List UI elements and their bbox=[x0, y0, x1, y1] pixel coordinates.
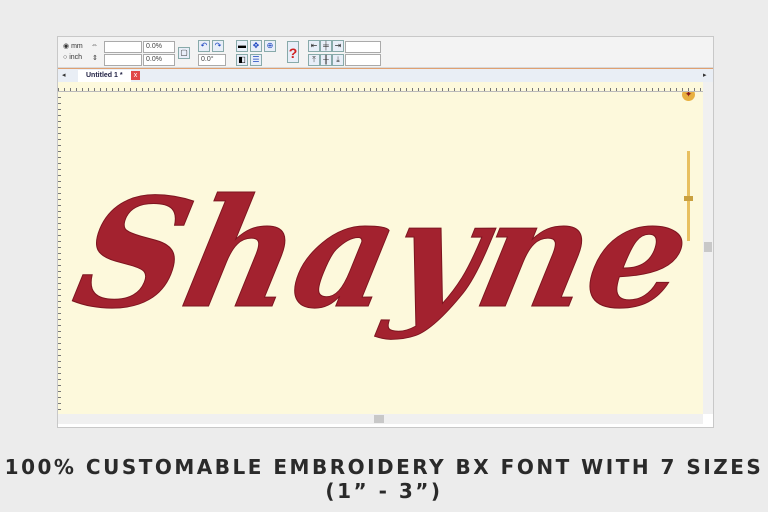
caption: 100% CUSTOMABLE EMBROIDERY BX FONT WITH … bbox=[4, 455, 764, 503]
width-percent-input[interactable]: 0.0% bbox=[143, 41, 175, 53]
align-middle-icon[interactable]: ╫ bbox=[320, 54, 332, 66]
unit-inch-radio[interactable]: ○ inch bbox=[63, 54, 82, 61]
rotate-left-icon[interactable]: ↶ bbox=[198, 40, 210, 52]
align-bottom-icon[interactable]: ⤓ bbox=[332, 54, 344, 66]
vertical-scroll-thumb[interactable] bbox=[704, 242, 712, 252]
embroidery-design[interactable]: Shayne bbox=[58, 91, 703, 414]
toolbar: ◉ mm ○ inch ⇔ ⇕ 0.0% 0.0% ▢ ↶ ↷ 0.0° ▬ ✥… bbox=[58, 37, 713, 68]
horizontal-scrollbar[interactable] bbox=[58, 414, 703, 424]
unit-mm-radio[interactable]: ◉ mm bbox=[63, 42, 83, 50]
tab-scroll-left-icon[interactable]: ◂ bbox=[62, 71, 66, 79]
lock-ratio-icon[interactable]: ▢ bbox=[178, 47, 190, 59]
vertical-scrollbar[interactable] bbox=[703, 82, 713, 414]
spacing-input-2[interactable] bbox=[345, 54, 381, 66]
height-input[interactable] bbox=[104, 54, 142, 66]
help-icon[interactable]: ? bbox=[287, 41, 299, 63]
tab-bar: ◂ Untitled 1 * x ▸ bbox=[58, 68, 713, 82]
vertical-ruler bbox=[58, 91, 64, 413]
tab-untitled-1[interactable]: Untitled 1 * bbox=[78, 70, 131, 82]
height-arrows-icon: ⇕ bbox=[92, 55, 98, 62]
horizontal-ruler bbox=[58, 82, 703, 92]
rotate-right-icon[interactable]: ↷ bbox=[212, 40, 224, 52]
fit-icon[interactable]: ⊕ bbox=[264, 40, 276, 52]
spacing-input-1[interactable] bbox=[345, 41, 381, 53]
width-arrows-icon: ⇔ bbox=[91, 42, 98, 49]
align-left-icon[interactable]: ⇤ bbox=[308, 40, 320, 52]
align-icon[interactable]: ☰ bbox=[250, 54, 262, 66]
tab-close-button[interactable]: x bbox=[131, 71, 140, 80]
height-percent-input[interactable]: 0.0% bbox=[143, 54, 175, 66]
unit-inch-label: inch bbox=[69, 54, 83, 61]
horizontal-scroll-thumb[interactable] bbox=[374, 415, 384, 423]
align-center-icon[interactable]: ╪ bbox=[320, 40, 332, 52]
align-top-icon[interactable]: ⤒ bbox=[308, 54, 320, 66]
align-right-icon[interactable]: ⇥ bbox=[332, 40, 344, 52]
rotation-input[interactable]: 0.0° bbox=[198, 54, 226, 66]
mirror-horizontal-icon[interactable]: ▬ bbox=[236, 40, 248, 52]
center-icon[interactable]: ✥ bbox=[250, 40, 262, 52]
contrast-icon[interactable]: ◧ bbox=[236, 54, 248, 66]
design-canvas[interactable]: Shayne ✦ bbox=[58, 91, 703, 414]
zoom-slider-thumb[interactable] bbox=[684, 196, 693, 201]
width-input[interactable] bbox=[104, 41, 142, 53]
editor-window: ◉ mm ○ inch ⇔ ⇕ 0.0% 0.0% ▢ ↶ ↷ 0.0° ▬ ✥… bbox=[57, 36, 714, 428]
unit-mm-label: mm bbox=[71, 43, 83, 50]
design-text[interactable]: Shayne bbox=[61, 165, 703, 342]
tab-scroll-right-icon[interactable]: ▸ bbox=[703, 71, 707, 79]
